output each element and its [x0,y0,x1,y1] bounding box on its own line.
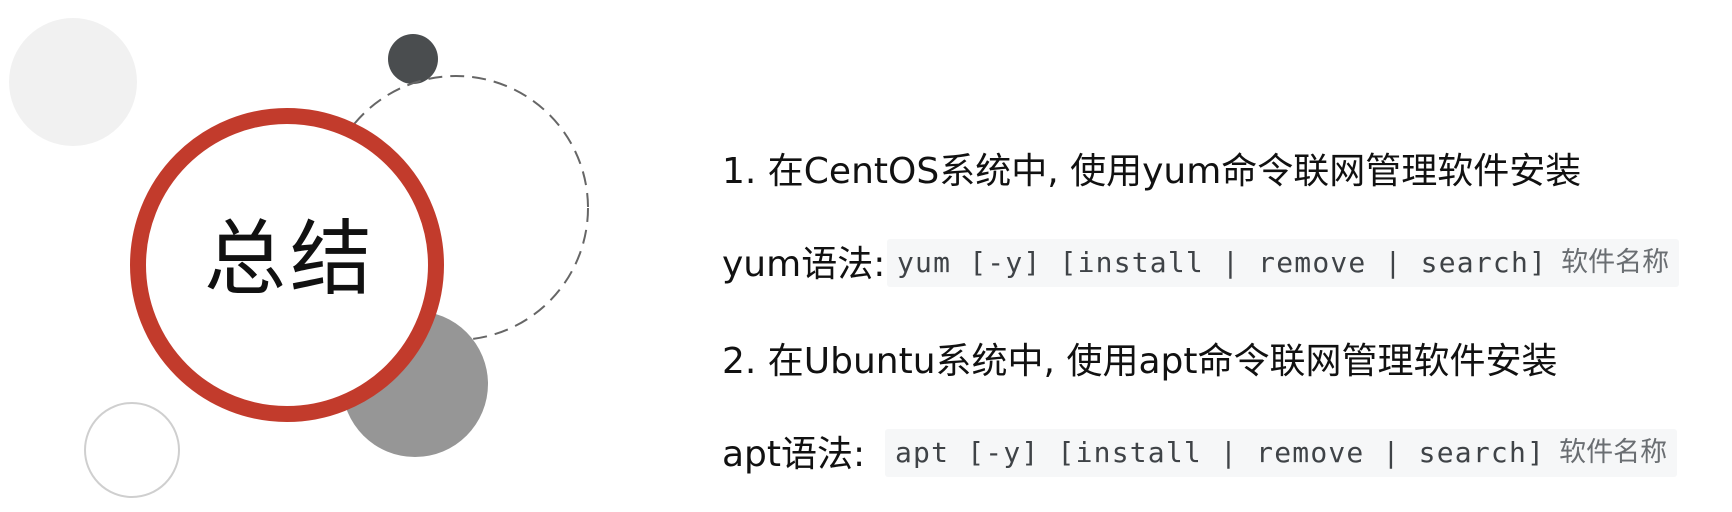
dark-small-circle [388,34,438,84]
yum-package-name-placeholder: 软件名称 [1561,247,1670,278]
ubuntu-summary-line: 2. 在Ubuntu系统中, 使用apt命令联网管理软件安装 [722,341,1558,382]
apt-package-name-placeholder: 软件名称 [1559,437,1668,468]
centos-summary-line: 1. 在CentOS系统中, 使用yum命令联网管理软件安装 [722,151,1582,192]
yum-code-box: yum [-y] [install | remove | search] 软件名… [887,239,1680,287]
yum-syntax-code: yum [-y] [install | remove | search] [897,246,1548,279]
apt-code-box: apt [-y] [install | remove | search] 软件名… [885,429,1678,477]
apt-syntax-label: apt语法: [722,434,866,475]
yum-syntax-line: yum语法: yum [-y] [install | remove | sear… [722,239,1680,289]
apt-syntax-line: apt语法: apt [-y] [install | remove | sear… [722,429,1678,479]
summary-title: 总结 [203,212,376,307]
light-gray-circle [9,18,137,146]
apt-syntax-code: apt [-y] [install | remove | search] [895,436,1546,469]
outline-small-circle [84,402,180,498]
yum-syntax-label: yum语法: [722,244,886,285]
